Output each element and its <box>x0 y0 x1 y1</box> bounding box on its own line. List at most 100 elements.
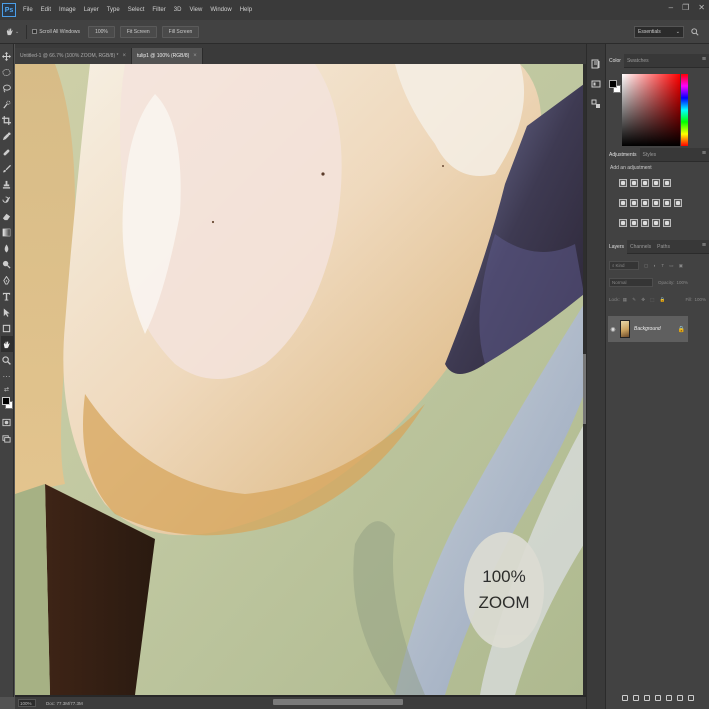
workspace-select[interactable]: Essentials ⌄ <box>634 26 684 38</box>
trash-icon[interactable] <box>687 695 694 701</box>
quick-selection-tool-icon[interactable] <box>1 96 13 112</box>
panel-color-swatches[interactable] <box>609 80 621 94</box>
tab-paths[interactable]: Paths <box>654 240 673 254</box>
tab-layers[interactable]: Layers <box>606 239 628 254</box>
menu-edit[interactable]: Edit <box>37 7 55 13</box>
lasso-tool-icon[interactable] <box>1 80 13 96</box>
tab-close-icon[interactable]: × <box>122 53 126 59</box>
photo-filter-icon[interactable] <box>652 199 660 207</box>
exposure-icon[interactable] <box>652 179 660 187</box>
minimize-button[interactable]: – <box>669 3 673 12</box>
chevron-down-icon[interactable]: ⌄ <box>15 29 19 35</box>
eye-icon[interactable]: ◉ <box>608 326 618 333</box>
crop-tool-icon[interactable] <box>1 112 13 128</box>
opacity-value[interactable]: 100% <box>677 280 689 285</box>
blur-tool-icon[interactable] <box>1 240 13 256</box>
history-brush-tool-icon[interactable] <box>1 192 13 208</box>
brush-tool-icon[interactable] <box>1 160 13 176</box>
menu-image[interactable]: Image <box>55 7 80 13</box>
tab-color[interactable]: Color <box>606 53 624 68</box>
properties-icon[interactable] <box>590 78 602 90</box>
close-window-button[interactable]: ✕ <box>698 3 705 12</box>
marquee-tool-icon[interactable] <box>1 64 13 80</box>
selective-color-icon[interactable] <box>663 219 671 227</box>
menu-3d[interactable]: 3D <box>170 7 186 13</box>
zoom-100-button[interactable]: 100% <box>88 25 115 38</box>
fit-screen-button[interactable]: Fit Screen <box>119 25 157 38</box>
filter-kind-select[interactable]: ⌕ Kind <box>609 261 639 270</box>
gradient-tool-icon[interactable] <box>1 224 13 240</box>
channel-mixer-icon[interactable] <box>663 199 671 207</box>
document-tab-untitled[interactable]: Untitled-1 @ 66.7% (100% ZOOM, RGB/8) * … <box>15 48 132 64</box>
levels-icon[interactable] <box>630 179 638 187</box>
threshold-icon[interactable] <box>641 219 649 227</box>
menu-filter[interactable]: Filter <box>148 7 169 13</box>
document-tab-tulip[interactable]: tulip1 @ 100% (RGB/8) × <box>131 48 203 64</box>
menu-view[interactable]: View <box>185 7 206 13</box>
hand-tool-icon[interactable] <box>0 336 13 352</box>
menu-select[interactable]: Select <box>124 7 149 13</box>
folder-icon[interactable] <box>665 695 672 701</box>
menu-layer[interactable]: Layer <box>80 7 103 13</box>
tab-swatches[interactable]: Swatches <box>624 54 652 68</box>
hand-tool-preset-icon[interactable] <box>3 24 15 40</box>
color-balance-icon[interactable] <box>630 199 638 207</box>
hue-slider[interactable] <box>681 74 688 146</box>
character-icon[interactable] <box>590 98 602 110</box>
horizontal-scroll-thumb[interactable] <box>273 699 403 705</box>
zoom-tool-icon[interactable] <box>1 352 13 368</box>
rectangle-tool-icon[interactable] <box>1 320 13 336</box>
gradient-map-icon[interactable] <box>652 219 660 227</box>
lock-option-icons[interactable]: ▦ ✎ ✥ ⬚ 🔒 <box>623 297 668 303</box>
brightness-contrast-icon[interactable] <box>619 179 627 187</box>
tab-close-icon[interactable]: × <box>193 53 197 59</box>
foreground-background-colors[interactable] <box>1 396 13 414</box>
add-mask-icon[interactable] <box>643 695 650 701</box>
lock-icon[interactable]: 🔒 <box>678 326 685 333</box>
new-layer-icon[interactable] <box>676 695 683 701</box>
pen-tool-icon[interactable] <box>1 272 13 288</box>
more-tools-icon[interactable]: ··· <box>1 368 13 384</box>
panel-menu-icon[interactable]: ≡ <box>702 242 706 249</box>
invert-icon[interactable] <box>619 219 627 227</box>
tab-channels[interactable]: Channels <box>627 240 654 254</box>
dodge-tool-icon[interactable] <box>1 256 13 272</box>
eyedropper-tool-icon[interactable] <box>1 128 13 144</box>
restore-button[interactable]: ❐ <box>682 3 689 12</box>
type-tool-icon[interactable] <box>1 288 13 304</box>
fx-icon[interactable] <box>632 695 639 701</box>
adjustment-layer-icon[interactable] <box>654 695 661 701</box>
healing-brush-tool-icon[interactable] <box>1 144 13 160</box>
move-tool-icon[interactable] <box>1 48 13 64</box>
menu-window[interactable]: Window <box>206 7 235 13</box>
curves-icon[interactable] <box>641 179 649 187</box>
eraser-tool-icon[interactable] <box>1 208 13 224</box>
panel-menu-icon[interactable]: ≡ <box>702 150 706 157</box>
path-selection-tool-icon[interactable] <box>1 304 13 320</box>
zoom-level-field[interactable]: 100% <box>18 699 36 707</box>
color-picker-field[interactable] <box>622 74 680 146</box>
tab-styles[interactable]: Styles <box>640 148 660 162</box>
swap-colors-icon[interactable]: ⇄ <box>1 384 13 394</box>
vibrance-icon[interactable] <box>663 179 671 187</box>
panel-foreground-swatch[interactable] <box>609 80 617 88</box>
color-lookup-icon[interactable] <box>674 199 682 207</box>
document-size-info[interactable]: Doc: 77.3M/77.3M <box>46 701 83 706</box>
layer-row-background[interactable]: ◉ Background 🔒 <box>608 316 688 342</box>
filter-type-icons[interactable]: ▢ ◐ T ▭ ▣ <box>644 263 685 269</box>
black-white-icon[interactable] <box>641 199 649 207</box>
tab-adjustments[interactable]: Adjustments <box>606 147 640 162</box>
screen-mode-icon[interactable] <box>1 430 13 446</box>
fill-screen-button[interactable]: Fill Screen <box>161 25 200 38</box>
menu-file[interactable]: File <box>19 7 37 13</box>
blend-mode-select[interactable]: Normal <box>609 278 653 287</box>
posterize-icon[interactable] <box>630 219 638 227</box>
fill-value[interactable]: 100% <box>694 297 706 302</box>
menu-type[interactable]: Type <box>103 7 124 13</box>
menu-help[interactable]: Help <box>236 7 256 13</box>
history-icon[interactable] <box>590 58 602 70</box>
foreground-color-swatch[interactable] <box>1 397 10 405</box>
panel-menu-icon[interactable]: ≡ <box>702 56 706 63</box>
document-canvas[interactable]: 100% ZOOM <box>15 64 586 697</box>
scroll-all-windows-checkbox[interactable]: Scroll All Windows <box>32 29 80 35</box>
